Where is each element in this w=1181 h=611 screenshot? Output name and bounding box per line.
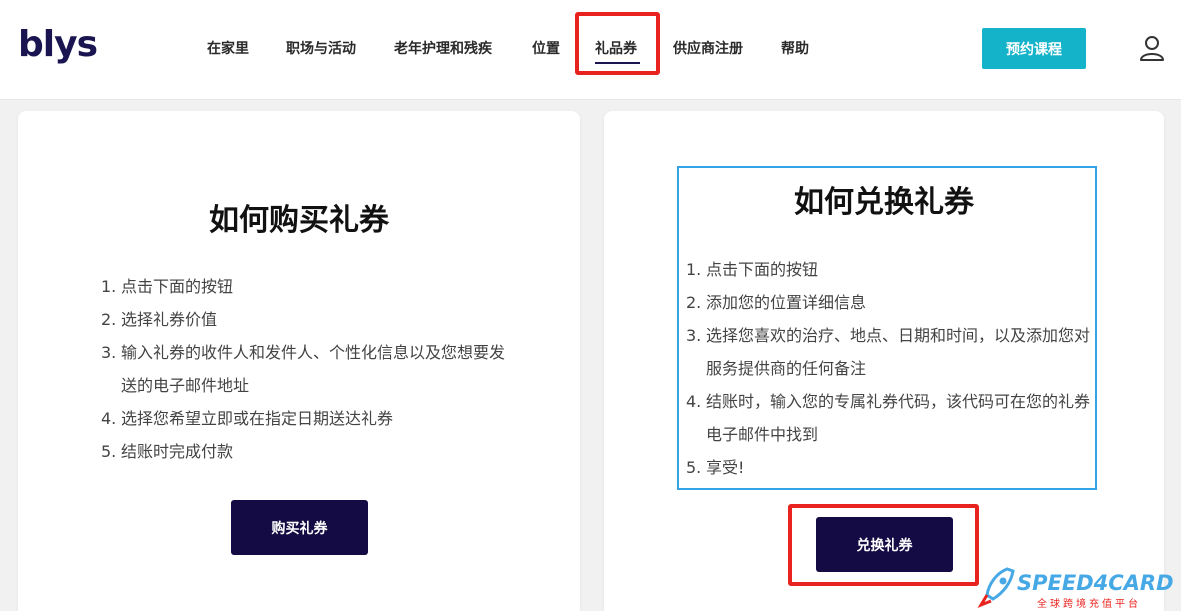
- redeem-card-title: 如何兑换礼券: [794, 185, 974, 220]
- buy-voucher-button[interactable]: 购买礼券: [231, 500, 368, 555]
- buy-voucher-card: 如何购买礼券 1. 点击下面的按钮 2. 选择礼券价值 3. 输入礼券的收件人和发件人…: [18, 111, 580, 611]
- nav-highlight-box: [575, 12, 660, 75]
- user-icon[interactable]: [1138, 34, 1166, 62]
- redeem-steps-list: 1. 点击下面的按钮 2. 添加您的位置详细信息 3. 选择您喜欢的治疗、地点、日期和…: [686, 253, 1090, 484]
- list-item: 4. 选择您希望立即或在指定日期送达礼券: [101, 409, 394, 428]
- list-item: 2. 选择礼券价值: [101, 310, 218, 329]
- book-now-button[interactable]: 预约课程: [982, 28, 1086, 69]
- list-item: 3. 输入礼券的收件人和发件人、个性化信息以及您想要发送的电子邮件地址: [101, 343, 506, 395]
- list-item: 4. 结账时，输入您的专属礼券代码，该代码可在您的礼券电子邮件中找到: [686, 392, 1091, 444]
- list-item: 1. 点击下面的按钮: [686, 260, 819, 279]
- nav-locations[interactable]: 位置: [532, 38, 560, 58]
- list-item: 5. 结账时完成付款: [101, 442, 234, 461]
- nav-help[interactable]: 帮助: [781, 38, 809, 58]
- speed4card-watermark: SPEED4CARD 全球跨境充值平台: [975, 563, 1181, 611]
- list-item: 1. 点击下面的按钮: [101, 277, 234, 296]
- nav-at-home[interactable]: 在家里: [207, 38, 249, 58]
- watermark-brand: SPEED4CARD: [1017, 571, 1174, 595]
- rocket-icon: [977, 567, 1015, 609]
- list-item: 2. 添加您的位置详细信息: [686, 293, 867, 312]
- buy-card-title: 如何购买礼券: [209, 203, 389, 238]
- list-item: 5. 享受!: [686, 458, 745, 477]
- redeem-button-highlight-box: [788, 504, 979, 586]
- buy-steps-list: 1. 点击下面的按钮 2. 选择礼券价值 3. 输入礼券的收件人和发件人、个性化信息以…: [101, 270, 511, 468]
- nav-aged-care-disability[interactable]: 老年护理和残疾: [394, 38, 492, 58]
- list-item: 3. 选择您喜欢的治疗、地点、日期和时间，以及添加您对服务提供商的任何备注: [686, 326, 1091, 378]
- watermark-tagline: 全球跨境充值平台: [1037, 599, 1141, 610]
- nav-corporate-events[interactable]: 职场与活动: [286, 38, 356, 58]
- nav-provider-signup[interactable]: 供应商注册: [673, 38, 743, 58]
- blys-logo[interactable]: blys: [18, 24, 98, 65]
